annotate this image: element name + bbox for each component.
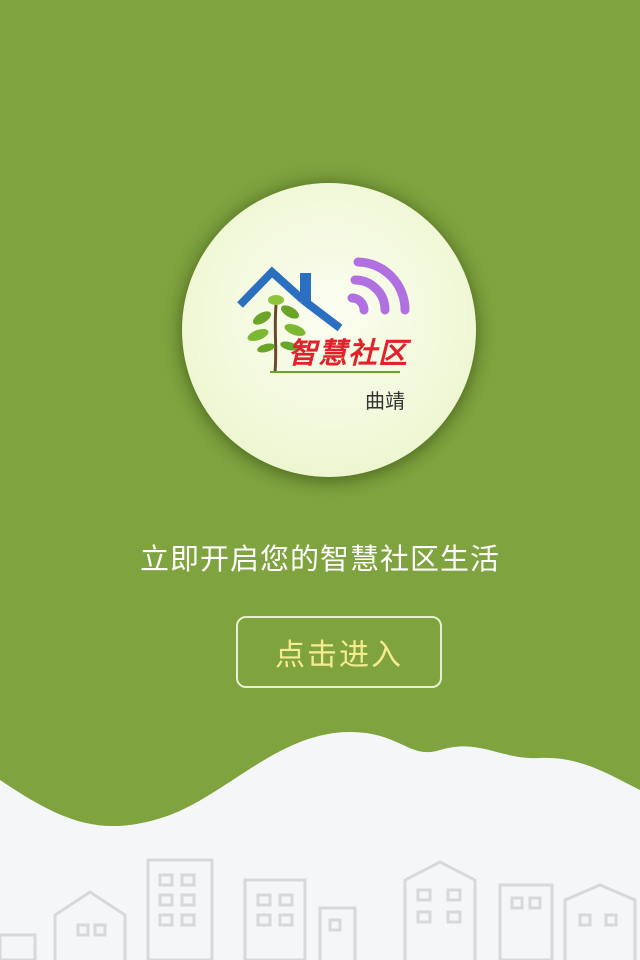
brand-name: 智慧社区 [288,336,409,370]
wifi-signal-icon [347,257,410,315]
enter-button-label: 点击进入 [275,638,403,673]
city-skyline-illustration [0,732,640,960]
logo-graphic [237,257,410,373]
enter-button[interactable]: 点击进入 [236,616,442,688]
city-name: 曲靖 [365,389,405,413]
tagline: 立即开启您的智慧社区生活 [139,542,500,576]
